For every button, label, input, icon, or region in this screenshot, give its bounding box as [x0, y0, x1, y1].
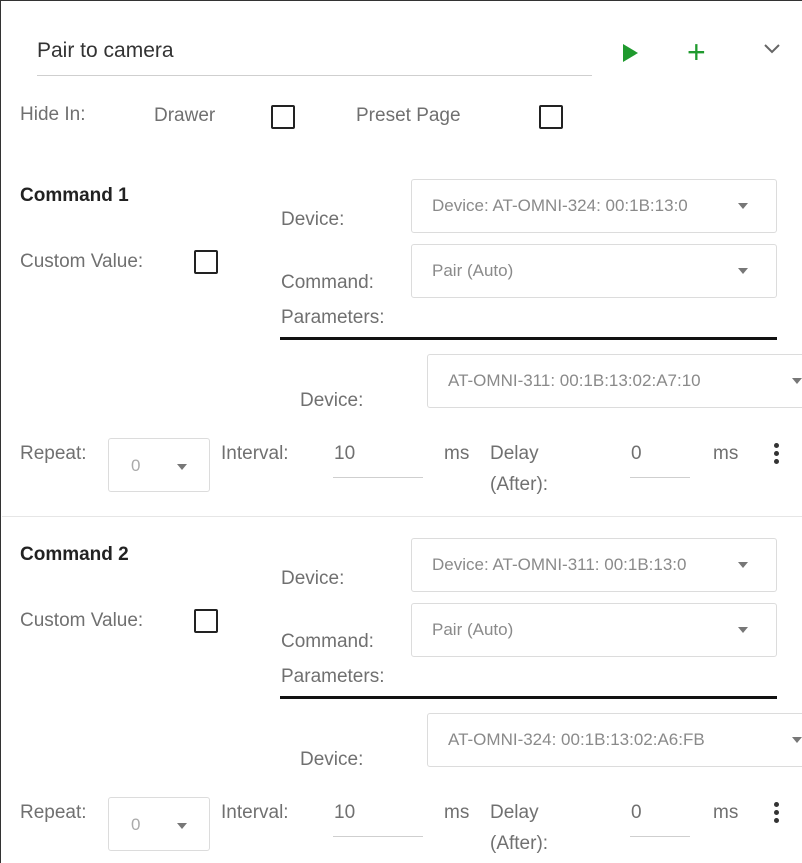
interval-underline [333, 836, 423, 837]
interval-input[interactable]: 10 [334, 443, 355, 465]
parameters-label: Parameters: [281, 666, 385, 687]
preset-page-label: Preset Page [356, 105, 461, 126]
delay-label: Delay [490, 443, 539, 464]
command-divider [2, 516, 802, 517]
interval-unit: ms [444, 802, 470, 823]
command-label: Command: [281, 272, 374, 293]
device-label: Device: [281, 209, 345, 230]
interval-label: Interval: [221, 802, 289, 823]
drawer-label: Drawer [154, 105, 216, 126]
page-title: Pair to camera [37, 39, 174, 62]
repeat-select[interactable]: 0 [108, 438, 210, 492]
delay-underline [630, 836, 690, 837]
caret-down-icon [738, 203, 748, 209]
delay-unit: ms [713, 443, 739, 464]
param-device-select-value: AT-OMNI-311: 00:1B:13:02:A7:10 [448, 371, 701, 390]
caret-down-icon [738, 562, 748, 568]
command-label: Command: [281, 631, 374, 652]
device-select-value: Device: AT-OMNI-324: 00:1B:13:0 [432, 196, 688, 215]
custom-value-label: Custom Value: [20, 610, 144, 631]
caret-down-icon [177, 464, 187, 470]
delay-input[interactable]: 0 [631, 443, 642, 465]
param-device-select[interactable]: AT-OMNI-311: 00:1B:13:02:A7:10 [427, 354, 802, 408]
delay-label: Delay [490, 802, 539, 823]
delay-input[interactable]: 0 [631, 802, 642, 824]
caret-down-icon [738, 268, 748, 274]
custom-value-checkbox[interactable] [194, 250, 218, 274]
panel: Pair to camera + Hide In: Drawer Preset … [0, 0, 802, 863]
parameters-divider [280, 337, 777, 340]
interval-input[interactable]: 10 [334, 802, 355, 824]
repeat-value: 0 [131, 456, 141, 475]
repeat-select[interactable]: 0 [108, 797, 210, 851]
plus-icon[interactable]: + [687, 35, 706, 69]
drawer-checkbox[interactable] [271, 105, 295, 129]
repeat-label: Repeat: [20, 443, 87, 464]
device-label: Device: [281, 568, 345, 589]
device-select[interactable]: Device: AT-OMNI-324: 00:1B:13:0 [411, 179, 777, 233]
parameters-divider [280, 696, 777, 699]
command-select-value: Pair (Auto) [432, 620, 514, 639]
kebab-menu-icon[interactable] [774, 443, 779, 467]
delay-underline [630, 477, 690, 478]
delay-label-after: (After): [490, 474, 549, 495]
chevron-down-icon[interactable] [763, 43, 781, 55]
hide-in-label: Hide In: [20, 104, 86, 125]
kebab-menu-icon[interactable] [774, 802, 779, 826]
repeat-label: Repeat: [20, 802, 87, 823]
custom-value-checkbox[interactable] [194, 609, 218, 633]
device-select[interactable]: Device: AT-OMNI-311: 00:1B:13:0 [411, 538, 777, 592]
caret-down-icon [738, 627, 748, 633]
device-select-value: Device: AT-OMNI-311: 00:1B:13:0 [432, 555, 687, 574]
caret-down-icon [792, 737, 802, 743]
custom-value-label: Custom Value: [20, 251, 144, 272]
param-device-label: Device: [300, 390, 364, 411]
param-device-select[interactable]: AT-OMNI-324: 00:1B:13:02:A6:FB [427, 713, 802, 767]
command-select[interactable]: Pair (Auto) [411, 603, 777, 657]
parameters-label: Parameters: [281, 307, 385, 328]
interval-underline [333, 477, 423, 478]
preset-page-checkbox[interactable] [539, 105, 563, 129]
interval-label: Interval: [221, 443, 289, 464]
title-underline [37, 75, 592, 76]
command-select-value: Pair (Auto) [432, 261, 514, 280]
param-device-select-value: AT-OMNI-324: 00:1B:13:02:A6:FB [448, 730, 705, 749]
command-heading: Command 1 [20, 185, 129, 206]
caret-down-icon [792, 378, 802, 384]
caret-down-icon [177, 823, 187, 829]
command-select[interactable]: Pair (Auto) [411, 244, 777, 298]
repeat-value: 0 [131, 815, 141, 834]
delay-unit: ms [713, 802, 739, 823]
param-device-label: Device: [300, 749, 364, 770]
command-heading: Command 2 [20, 544, 129, 565]
delay-label-after: (After): [490, 833, 549, 854]
interval-unit: ms [444, 443, 470, 464]
play-icon[interactable] [623, 44, 638, 62]
